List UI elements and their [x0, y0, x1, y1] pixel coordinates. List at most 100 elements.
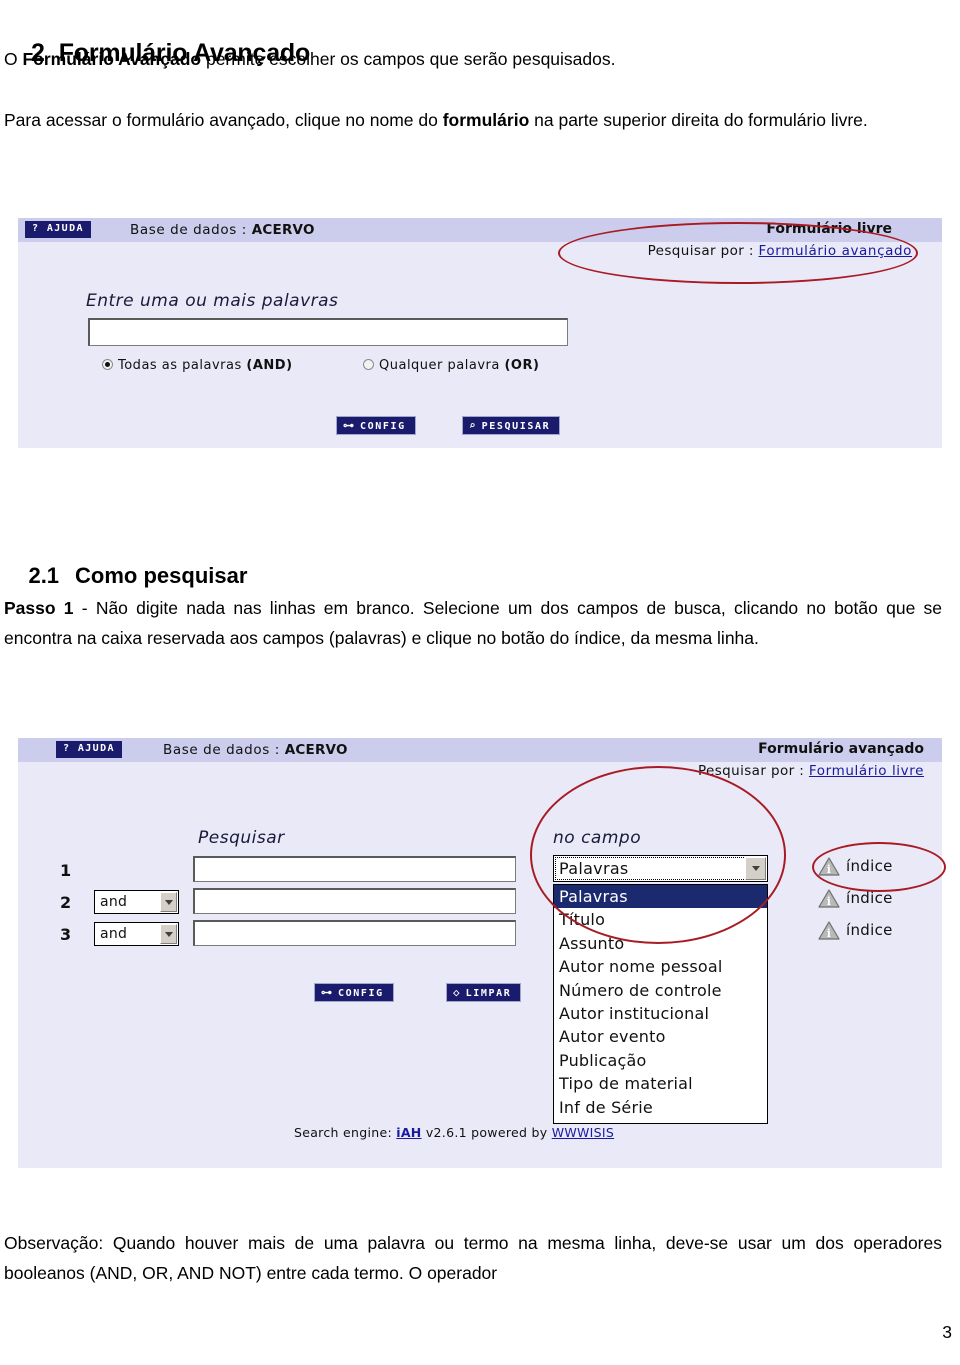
svg-text:i: i — [827, 927, 831, 940]
radio-or-icon[interactable] — [363, 359, 374, 370]
column-label-pesquisar: Pesquisar — [198, 828, 285, 848]
database-label-text-adv: Base de dados : — [163, 742, 285, 758]
config-button-label: CONFIG — [360, 421, 406, 432]
radio-and-label: Todas as palavras (AND) — [118, 358, 293, 373]
key-icon-advanced: ⊶ — [321, 986, 332, 999]
radio-or-option[interactable]: Qualquer palavra (OR) — [363, 358, 539, 373]
row-number-2: 2 — [60, 893, 72, 912]
dropdown-option[interactable]: Autor institucional — [554, 1002, 767, 1025]
dropdown-option[interactable]: Assunto — [554, 932, 767, 955]
database-label-text: Base de dados : — [130, 222, 252, 238]
database-label-advanced: Base de dados : ACERVO — [163, 742, 348, 758]
operator-select-row3[interactable]: and — [94, 922, 179, 946]
screenshot-free-form: ? AJUDA Base de dados : ACERVO Formulári… — [18, 218, 942, 448]
config-button-advanced[interactable]: ⊶ CONFIG — [314, 983, 394, 1002]
limpar-button[interactable]: ◇ LIMPAR — [446, 983, 522, 1002]
dropdown-option[interactable]: Número de controle — [554, 979, 767, 1002]
field-options-dropdown[interactable]: Palavras Título Assunto Autor nome pesso… — [553, 884, 768, 1124]
form-title-free: Formulário livre — [766, 221, 892, 237]
indice-label-3: índice — [846, 921, 893, 939]
search-term-input-row3[interactable] — [193, 920, 516, 946]
free-input-label: Entre uma ou mais palavras — [86, 291, 339, 311]
step-paragraph: Passo 1 - Não digite nada nas linhas em … — [0, 593, 948, 653]
config-button-free[interactable]: ⊶ CONFIG — [336, 416, 416, 435]
intro-suffix: permite escolher os campos que serão pes… — [201, 49, 616, 69]
indice-button-row2[interactable]: i índice — [818, 888, 893, 908]
search-by-label-adv: Pesquisar por : — [697, 763, 809, 779]
config-button-label-adv: CONFIG — [338, 988, 384, 999]
help-button-free[interactable]: ? AJUDA — [25, 221, 91, 238]
radio-and-icon[interactable] — [102, 359, 113, 370]
operator-select-row2[interactable]: and — [94, 890, 179, 914]
link-formulario-livre[interactable]: Formulário livre — [809, 763, 924, 779]
radio-or-bold: (OR) — [504, 358, 540, 373]
operator-select-row3-value: and — [100, 926, 128, 942]
link-formulario-avancado[interactable]: Formulário avançado — [759, 243, 912, 259]
dropdown-option[interactable]: Inf de Série — [554, 1096, 767, 1119]
access-paragraph: Para acessar o formulário avançado, cliq… — [0, 105, 948, 135]
chevron-down-icon-row2[interactable] — [160, 892, 177, 912]
access-text-2: na parte superior direita do formulário … — [529, 110, 868, 130]
limpar-button-label: LIMPAR — [465, 988, 512, 999]
eraser-icon: ◇ — [453, 986, 460, 999]
row-number-3: 3 — [60, 925, 72, 944]
intro-prefix: O — [4, 49, 23, 69]
intro-bold: Formulário Avançado — [22, 49, 202, 69]
search-by-advanced: Pesquisar por : Formulário livre — [698, 763, 924, 779]
subsection-number: 2.1 — [28, 563, 60, 589]
indice-label-1: índice — [846, 857, 893, 875]
field-select-row1-value: Palavras — [559, 859, 629, 878]
column-label-no-campo: no campo — [553, 828, 642, 848]
radio-and-bold: (AND) — [246, 358, 293, 373]
chevron-down-icon-row3[interactable] — [160, 924, 177, 944]
pesquisar-button-free[interactable]: ⌕ PESQUISAR — [462, 416, 561, 435]
pesquisar-button-label: PESQUISAR — [481, 421, 551, 432]
dropdown-option[interactable]: Tipo de material — [554, 1072, 767, 1095]
search-engine-footer: Search engine: iAH v2.6.1 powered by WWW… — [294, 1125, 614, 1140]
dropdown-option[interactable]: Autor nome pessoal — [554, 955, 767, 978]
radio-or-label: Qualquer palavra (OR) — [379, 358, 540, 373]
search-by-free: Pesquisar por : Formulário avançado — [648, 243, 912, 259]
row-number-1: 1 — [60, 861, 72, 880]
step-text: - Não digite nada nas linhas em branco. … — [4, 598, 943, 648]
database-name-adv: ACERVO — [284, 742, 348, 758]
link-wwwisis[interactable]: WWWISIS — [552, 1125, 614, 1140]
search-term-input-row2[interactable] — [193, 888, 516, 914]
indice-button-row1[interactable]: i índice — [818, 856, 893, 876]
database-name: ACERVO — [251, 222, 315, 238]
index-triangle-icon-3: i — [818, 921, 840, 940]
key-icon: ⊶ — [343, 419, 354, 432]
chevron-down-icon-field[interactable] — [745, 857, 766, 880]
footer-version: v2.6.1 powered by — [421, 1125, 552, 1140]
operator-select-row2-value: and — [100, 894, 128, 910]
subsection-title-text: Como pesquisar — [75, 563, 248, 589]
database-label-free: Base de dados : ACERVO — [130, 222, 315, 238]
radio-and-option[interactable]: Todas as palavras (AND) — [102, 358, 293, 373]
index-triangle-icon-2: i — [818, 889, 840, 908]
indice-button-row3[interactable]: i índice — [818, 920, 893, 940]
footer-prefix: Search engine: — [294, 1125, 397, 1140]
help-button-advanced[interactable]: ? AJUDA — [56, 741, 122, 758]
dropdown-option[interactable]: Palavras — [554, 885, 767, 909]
dropdown-option[interactable]: Título — [554, 908, 767, 931]
svg-text:i: i — [827, 895, 831, 908]
dropdown-option[interactable]: Autor evento — [554, 1025, 767, 1048]
access-bold: formulário — [442, 110, 530, 130]
screenshot-advanced-form: ? AJUDA Base de dados : ACERVO Formulári… — [18, 738, 942, 1168]
link-iah[interactable]: iAH — [396, 1125, 421, 1140]
page-number: 3 — [942, 1322, 952, 1342]
magnifier-icon: ⌕ — [469, 419, 476, 432]
free-search-input[interactable] — [88, 318, 568, 346]
step-label: Passo 1 — [4, 598, 74, 618]
form-title-advanced: Formulário avançado — [758, 741, 924, 757]
search-by-label: Pesquisar por : — [647, 243, 759, 259]
access-text-1: Para acessar o formulário avançado, cliq… — [4, 110, 443, 130]
observation-text: Observação: Quando houver mais de uma pa… — [4, 1233, 942, 1283]
indice-label-2: índice — [846, 889, 893, 907]
index-triangle-icon-1: i — [818, 857, 840, 876]
field-select-row1[interactable]: Palavras — [553, 855, 768, 882]
intro-paragraph: O Formulário Avançado permite escolher o… — [0, 44, 952, 74]
observation-paragraph: Observação: Quando houver mais de uma pa… — [0, 1228, 948, 1288]
dropdown-option[interactable]: Publicação — [554, 1049, 767, 1072]
search-term-input-row1[interactable] — [193, 856, 516, 882]
